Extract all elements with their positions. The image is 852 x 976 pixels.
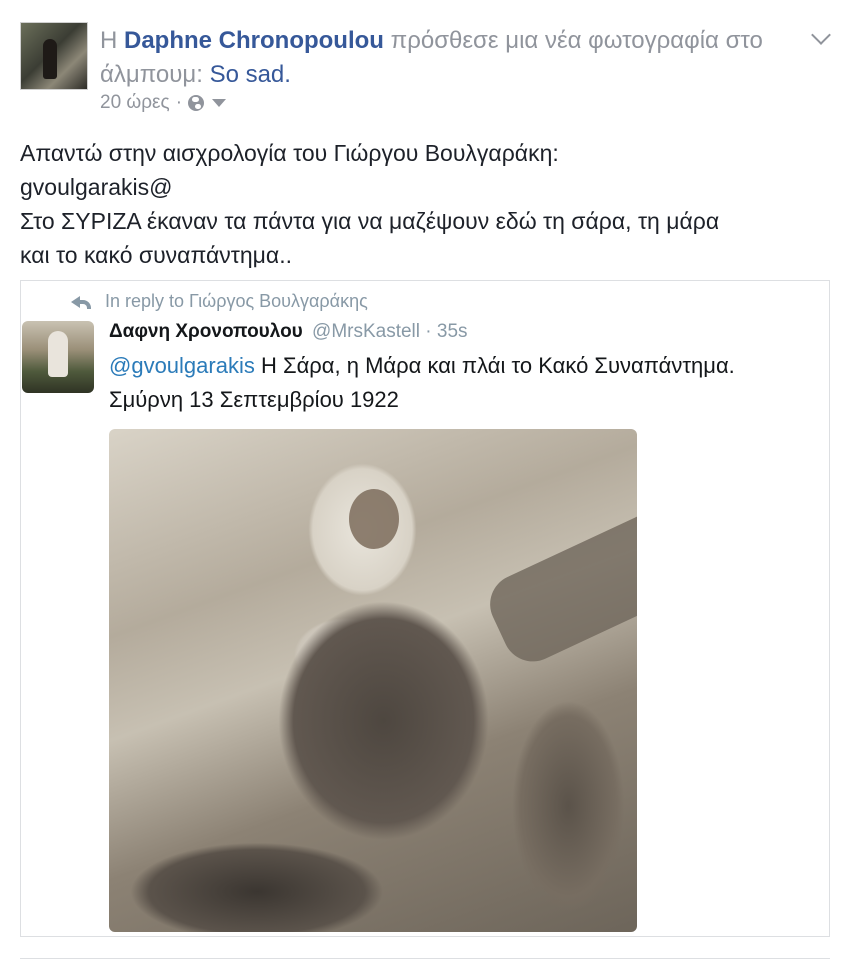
post-body: Απαντώ στην αισχρολογία του Γιώργου Βουλ… [20,136,820,272]
tweet-separator: · [425,321,432,342]
author-name-link[interactable]: Daphne Chronopoulou [124,27,384,54]
globe-icon[interactable] [188,95,205,111]
tweet-text-line1: Η Σάρα, η Μάρα και πλάι το Κακό Συναπάντ… [254,353,735,378]
chevron-down-icon[interactable] [811,25,831,45]
post-text-line: Απαντώ στην αισχρολογία του Γιώργου Βουλ… [20,140,559,166]
tweet-header: Δαφνη Χρονοπουλου @MrsKastell · 35s [109,321,468,343]
meta-separator: · [175,92,183,113]
album-link[interactable]: So sad. [210,61,291,88]
caret-down-icon[interactable] [212,99,227,107]
tweet-author-name[interactable]: Δαφνη Χρονοπουλου [109,321,303,342]
post-timestamp[interactable]: 20 ώρες [100,92,170,114]
tweet-text: @gvoulgarakis Η Σάρα, η Μάρα και πλάι το… [109,349,819,417]
embedded-tweet[interactable]: In reply to Γιώργος Βουλγαράκης Δαφνη Χρ… [20,280,830,937]
post-header: Η Daphne Chronopoulou πρόσθεσε μια νέα φ… [100,24,800,92]
post-text-line: Στο ΣΥΡΙΖΑ έκαναν τα πάντα για να μαζέψο… [20,208,720,234]
tweet-mention-link[interactable]: @gvoulgarakis [109,353,255,378]
tweet-photo[interactable] [109,429,637,932]
post-text-line: και το κακό συναπάντημα.. [20,242,292,268]
divider [20,958,830,959]
tweet-time[interactable]: 35s [437,321,468,342]
post-meta: 20 ώρες · [100,92,227,114]
author-avatar[interactable] [20,22,88,90]
post-text-line: gvoulgarakis@ [20,174,173,200]
reply-arrow-icon [71,294,93,310]
tweet-text-line2: Σμύρνη 13 Σεπτεμβρίου 1922 [109,387,399,412]
tweet-author-avatar[interactable] [22,321,94,393]
header-prefix: Η [100,27,124,54]
tweet-handle[interactable]: @MrsKastell [312,321,420,342]
in-reply-to-label: In reply to Γιώργος Βουλγαράκης [105,291,368,311]
in-reply-to[interactable]: In reply to Γιώργος Βουλγαράκης [71,291,368,312]
